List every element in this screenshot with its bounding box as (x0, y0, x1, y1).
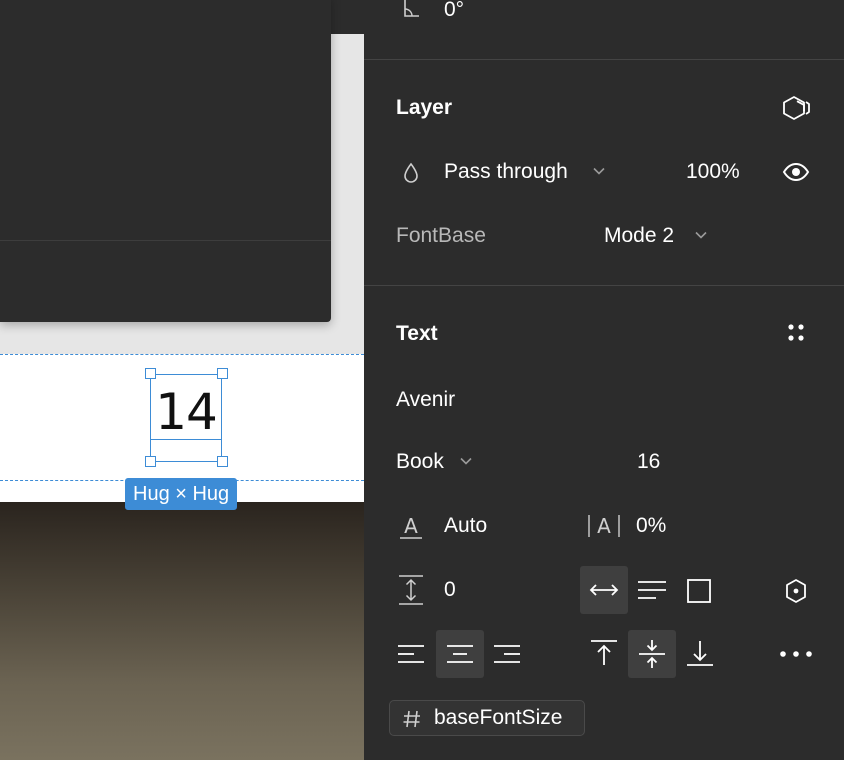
auto-width-icon[interactable] (588, 580, 620, 600)
photo-frame[interactable] (0, 502, 364, 760)
font-size-input[interactable]: 16 (637, 448, 660, 476)
resize-handle-bottom-right[interactable] (217, 456, 228, 467)
align-right-icon[interactable] (492, 642, 522, 666)
align-left-icon[interactable] (396, 642, 426, 666)
resize-handle-top-right[interactable] (217, 368, 228, 379)
chevron-down-icon[interactable] (694, 230, 708, 240)
rotation-value[interactable]: 0° (444, 0, 464, 24)
layer-opacity-input[interactable]: 100% (686, 158, 740, 186)
align-top-icon[interactable] (588, 638, 620, 668)
text-section-title: Text (396, 322, 438, 345)
fixed-size-icon[interactable] (686, 578, 712, 604)
font-family-select[interactable]: Avenir (396, 386, 455, 414)
selection-box (150, 374, 222, 462)
auto-layout-guide-top (0, 354, 364, 355)
align-middle-icon[interactable] (636, 638, 668, 670)
size-badge: Hug × Hug (125, 478, 238, 510)
font-size-variable-chip[interactable]: baseFontSize (389, 700, 585, 736)
letter-spacing-input[interactable]: 0% (636, 512, 666, 540)
variable-mode-select[interactable]: Mode 2 (604, 222, 674, 250)
dark-frame[interactable] (0, 0, 331, 322)
variable-chip-label: baseFontSize (434, 706, 563, 729)
design-canvas[interactable]: 14 Hug × Hug (0, 0, 364, 760)
eye-icon[interactable] (782, 162, 810, 182)
svg-text:A: A (404, 514, 418, 538)
variable-collection-label: FontBase (396, 224, 486, 247)
align-bottom-icon[interactable] (684, 638, 716, 668)
properties-panel: 0° Layer Pass through 100% FontBase Mode… (364, 0, 844, 760)
auto-height-icon[interactable] (636, 578, 668, 602)
paragraph-spacing-icon (399, 575, 423, 605)
chevron-down-icon[interactable] (459, 456, 473, 466)
hash-icon (403, 710, 420, 728)
chevron-down-icon[interactable] (592, 166, 606, 176)
more-options-icon[interactable] (778, 648, 814, 660)
resize-handle-bottom-left[interactable] (145, 456, 156, 467)
apply-variable-mode-icon[interactable] (781, 95, 811, 121)
resize-handle-top-left[interactable] (145, 368, 156, 379)
align-center-icon[interactable] (445, 642, 475, 666)
section-divider (364, 59, 844, 60)
blend-mode-select[interactable]: Pass through (444, 158, 568, 186)
section-divider (364, 285, 844, 286)
font-style-select[interactable]: Book (396, 448, 444, 476)
frame-divider (0, 240, 331, 241)
text-baseline (151, 439, 221, 440)
letter-spacing-icon: A (588, 514, 620, 538)
line-height-input[interactable]: Auto (444, 512, 487, 540)
layer-section-title: Layer (396, 96, 453, 119)
svg-text:A: A (597, 514, 611, 538)
text-styles-grid-icon[interactable] (786, 322, 806, 344)
blend-mode-drop-icon (404, 162, 418, 183)
paragraph-spacing-input[interactable]: 0 (444, 576, 456, 604)
angle-icon (404, 0, 419, 17)
text-variable-icon[interactable] (784, 578, 808, 604)
line-height-icon: A (400, 514, 422, 539)
